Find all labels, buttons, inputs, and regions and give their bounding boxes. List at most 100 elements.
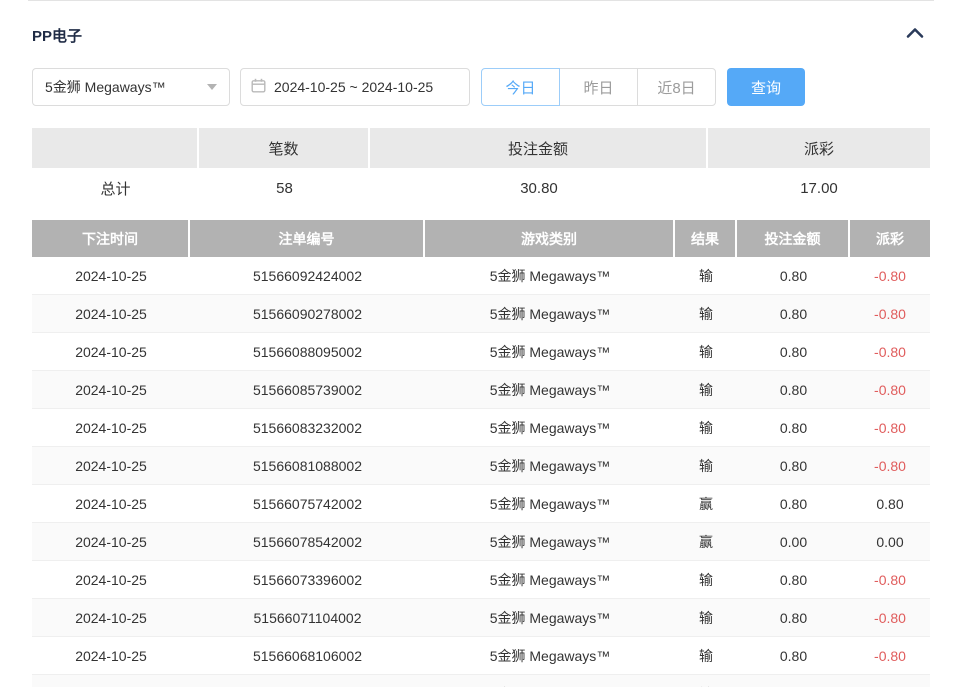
- bet-date-cell: 2024-10-25: [32, 561, 190, 598]
- bet-amount-cell: 0.80: [737, 371, 850, 408]
- game-type-cell: 5金狮 Megaways™: [425, 257, 675, 294]
- bet-amount-cell: 0.80: [737, 333, 850, 370]
- summary-total-payout: 17.00: [708, 168, 930, 208]
- table-row: 2024-10-25 51566075742002 5金狮 Megaways™ …: [32, 485, 930, 523]
- table-row: 2024-10-25 51566065830002 5金狮 Megaways™ …: [32, 675, 930, 687]
- order-number-cell: 51566073396002: [190, 561, 425, 598]
- payout-cell: -0.80: [850, 675, 930, 687]
- table-row: 2024-10-25 51566088095002 5金狮 Megaways™ …: [32, 333, 930, 371]
- table-row: 2024-10-25 51566085739002 5金狮 Megaways™ …: [32, 371, 930, 409]
- pp-electronic-panel: PP电子 5金狮 Megaways™ 2024-10-2: [0, 25, 962, 687]
- bet-amount-cell: 0.80: [737, 599, 850, 636]
- table-row: 2024-10-25 51566068106002 5金狮 Megaways™ …: [32, 637, 930, 675]
- panel-header: PP电子: [32, 25, 930, 45]
- game-select-value: 5金狮 Megaways™: [45, 77, 166, 97]
- payout-cell: -0.80: [850, 257, 930, 294]
- bet-date-cell: 2024-10-25: [32, 637, 190, 674]
- quick-range-last8days-button[interactable]: 近8日: [637, 68, 716, 106]
- game-type-cell: 5金狮 Megaways™: [425, 447, 675, 484]
- collapse-panel-button[interactable]: [906, 26, 930, 44]
- result-cell: 输: [675, 295, 737, 332]
- bet-amount-cell: 0.00: [737, 523, 850, 560]
- quick-range-today-button[interactable]: 今日: [481, 68, 560, 106]
- chevron-down-icon: [207, 84, 217, 90]
- order-number-cell: 51566081088002: [190, 447, 425, 484]
- table-row: 2024-10-25 51566081088002 5金狮 Megaways™ …: [32, 447, 930, 485]
- summary-header-row: 笔数 投注金额 派彩: [32, 128, 930, 168]
- summary-total-label: 总计: [32, 168, 199, 208]
- summary-header-bet-amount: 投注金额: [370, 128, 708, 168]
- table-row: 2024-10-25 51566092424002 5金狮 Megaways™ …: [32, 257, 930, 295]
- table-row: 2024-10-25 51566073396002 5金狮 Megaways™ …: [32, 561, 930, 599]
- header-bet-date: 下注时间: [32, 220, 190, 257]
- header-bet-amount: 投注金额: [737, 220, 850, 257]
- bet-amount-cell: 0.80: [737, 675, 850, 687]
- order-number-cell: 51566075742002: [190, 485, 425, 522]
- order-number-cell: 51566068106002: [190, 637, 425, 674]
- table-row: 2024-10-25 51566083232002 5金狮 Megaways™ …: [32, 409, 930, 447]
- summary-table: 笔数 投注金额 派彩 总计 58 30.80 17.00: [32, 128, 930, 208]
- payout-cell: -0.80: [850, 409, 930, 446]
- payout-cell: -0.80: [850, 333, 930, 370]
- header-result: 结果: [675, 220, 737, 257]
- game-type-cell: 5金狮 Megaways™: [425, 561, 675, 598]
- header-game-type: 游戏类别: [425, 220, 675, 257]
- filter-bar: 5金狮 Megaways™ 2024-10-25 ~ 2024-10-25 今日…: [32, 68, 930, 106]
- order-number-cell: 51566071104002: [190, 599, 425, 636]
- bet-date-cell: 2024-10-25: [32, 675, 190, 687]
- result-cell: 输: [675, 409, 737, 446]
- table-header-row: 下注时间 注单编号 游戏类别 结果 投注金额 派彩: [32, 220, 930, 257]
- game-type-cell: 5金狮 Megaways™: [425, 599, 675, 636]
- bet-amount-cell: 0.80: [737, 295, 850, 332]
- summary-total-bet-amount: 30.80: [370, 168, 708, 208]
- order-number-cell: 51566065830002: [190, 675, 425, 687]
- date-range-value: 2024-10-25 ~ 2024-10-25: [274, 79, 433, 95]
- chevron-up-icon: [906, 26, 924, 44]
- summary-header-empty: [32, 128, 199, 168]
- summary-total-count: 58: [199, 168, 370, 208]
- game-type-cell: 5金狮 Megaways™: [425, 637, 675, 674]
- bet-amount-cell: 0.80: [737, 561, 850, 598]
- bet-records-table: 下注时间 注单编号 游戏类别 结果 投注金额 派彩 2024-10-25 515…: [32, 220, 930, 687]
- bet-amount-cell: 0.80: [737, 257, 850, 294]
- calendar-icon: [251, 78, 266, 96]
- bet-date-cell: 2024-10-25: [32, 371, 190, 408]
- game-type-cell: 5金狮 Megaways™: [425, 295, 675, 332]
- payout-cell: 0.00: [850, 523, 930, 560]
- bet-date-cell: 2024-10-25: [32, 599, 190, 636]
- bet-amount-cell: 0.80: [737, 409, 850, 446]
- bet-amount-cell: 0.80: [737, 447, 850, 484]
- game-type-cell: 5金狮 Megaways™: [425, 371, 675, 408]
- game-type-cell: 5金狮 Megaways™: [425, 485, 675, 522]
- bet-date-cell: 2024-10-25: [32, 409, 190, 446]
- result-cell: 输: [675, 371, 737, 408]
- payout-cell: -0.80: [850, 371, 930, 408]
- game-type-cell: 5金狮 Megaways™: [425, 409, 675, 446]
- result-cell: 输: [675, 675, 737, 687]
- search-button[interactable]: 查询: [727, 68, 805, 106]
- page-title: PP电子: [32, 25, 82, 46]
- payout-cell: -0.80: [850, 599, 930, 636]
- order-number-cell: 51566085739002: [190, 371, 425, 408]
- payout-cell: -0.80: [850, 561, 930, 598]
- quick-range-yesterday-button[interactable]: 昨日: [559, 68, 638, 106]
- date-range-input[interactable]: 2024-10-25 ~ 2024-10-25: [240, 68, 470, 106]
- bet-amount-cell: 0.80: [737, 637, 850, 674]
- bet-date-cell: 2024-10-25: [32, 257, 190, 294]
- bet-date-cell: 2024-10-25: [32, 485, 190, 522]
- payout-cell: 0.80: [850, 485, 930, 522]
- bet-date-cell: 2024-10-25: [32, 333, 190, 370]
- bet-date-cell: 2024-10-25: [32, 523, 190, 560]
- order-number-cell: 51566083232002: [190, 409, 425, 446]
- summary-header-count: 笔数: [199, 128, 370, 168]
- result-cell: 输: [675, 561, 737, 598]
- table-body: 2024-10-25 51566092424002 5金狮 Megaways™ …: [32, 257, 930, 687]
- payout-cell: -0.80: [850, 447, 930, 484]
- bet-date-cell: 2024-10-25: [32, 295, 190, 332]
- order-number-cell: 51566092424002: [190, 257, 425, 294]
- result-cell: 输: [675, 447, 737, 484]
- bet-amount-cell: 0.80: [737, 485, 850, 522]
- game-select[interactable]: 5金狮 Megaways™: [32, 68, 230, 106]
- order-number-cell: 51566088095002: [190, 333, 425, 370]
- quick-range-group: 今日 昨日 近8日: [481, 68, 716, 106]
